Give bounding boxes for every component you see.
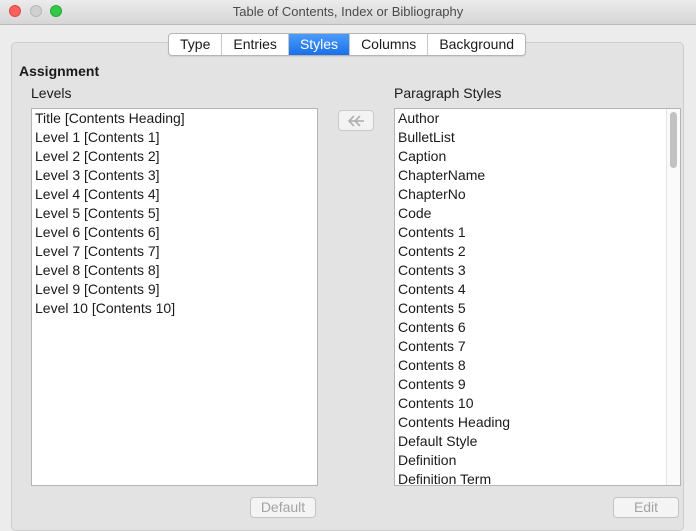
paragraph-style-item[interactable]: Author <box>395 109 680 128</box>
level-item[interactable]: Level 4 [Contents 4] <box>32 185 317 204</box>
paragraph-style-item[interactable]: Contents Heading <box>395 413 680 432</box>
tab-entries[interactable]: Entries <box>222 34 289 55</box>
tab-styles[interactable]: Styles <box>288 34 351 55</box>
tab-columns[interactable]: Columns <box>350 34 429 55</box>
level-item[interactable]: Level 1 [Contents 1] <box>32 128 317 147</box>
level-item[interactable]: Level 9 [Contents 9] <box>32 280 317 299</box>
paragraph-style-item[interactable]: BulletList <box>395 128 680 147</box>
level-item[interactable]: Level 6 [Contents 6] <box>32 223 317 242</box>
default-button[interactable]: Default <box>250 497 316 518</box>
paragraph-style-item[interactable]: Code <box>395 204 680 223</box>
window-title: Table of Contents, Index or Bibliography <box>232 4 464 19</box>
edit-button[interactable]: Edit <box>613 497 679 518</box>
paragraph-style-item[interactable]: Contents 2 <box>395 242 680 261</box>
levels-list[interactable]: Title [Contents Heading] Level 1 [Content… <box>31 108 318 486</box>
level-item[interactable]: Level 5 [Contents 5] <box>32 204 317 223</box>
levels-label: Levels <box>31 85 72 101</box>
paragraph-style-item[interactable]: Contents 5 <box>395 299 680 318</box>
scrollbar-thumb[interactable] <box>670 112 677 168</box>
paragraph-styles-list[interactable]: Author BulletList Caption ChapterName Chapte… <box>394 108 681 486</box>
level-item[interactable]: Level 2 [Contents 2] <box>32 147 317 166</box>
level-item[interactable]: Level 3 [Contents 3] <box>32 166 317 185</box>
level-item[interactable]: Level 8 [Contents 8] <box>32 261 317 280</box>
paragraph-style-item[interactable]: ChapterName <box>395 166 680 185</box>
paragraph-style-item[interactable]: Definition Term <box>395 470 680 485</box>
title-bar: Table of Contents, Index or Bibliography <box>0 0 696 25</box>
assign-style-button[interactable] <box>338 110 374 131</box>
paragraph-style-item[interactable]: Caption <box>395 147 680 166</box>
level-item[interactable]: Title [Contents Heading] <box>32 109 317 128</box>
paragraph-style-item[interactable]: Default Style <box>395 432 680 451</box>
paragraph-style-item[interactable]: Contents 7 <box>395 337 680 356</box>
tab-bar: Type Entries Styles Columns Background <box>168 33 527 56</box>
assignment-heading: Assignment <box>19 63 100 79</box>
paragraph-style-item[interactable]: Contents 9 <box>395 375 680 394</box>
paragraph-style-item[interactable]: Contents 10 <box>395 394 680 413</box>
tab-background[interactable]: Background <box>428 34 525 55</box>
paragraph-styles-scrollbar[interactable] <box>666 109 680 485</box>
paragraph-style-item[interactable]: Definition <box>395 451 680 470</box>
paragraph-style-item[interactable]: ChapterNo <box>395 185 680 204</box>
tab-type[interactable]: Type <box>169 34 223 55</box>
double-arrow-left-icon <box>347 114 364 127</box>
paragraph-styles-label: Paragraph Styles <box>394 85 502 101</box>
paragraph-style-item[interactable]: Contents 6 <box>395 318 680 337</box>
paragraph-style-item[interactable]: Contents 1 <box>395 223 680 242</box>
level-item[interactable]: Level 7 [Contents 7] <box>32 242 317 261</box>
paragraph-style-item[interactable]: Contents 4 <box>395 280 680 299</box>
level-item[interactable]: Level 10 [Contents 10] <box>32 299 317 318</box>
paragraph-style-item[interactable]: Contents 8 <box>395 356 680 375</box>
paragraph-style-item[interactable]: Contents 3 <box>395 261 680 280</box>
